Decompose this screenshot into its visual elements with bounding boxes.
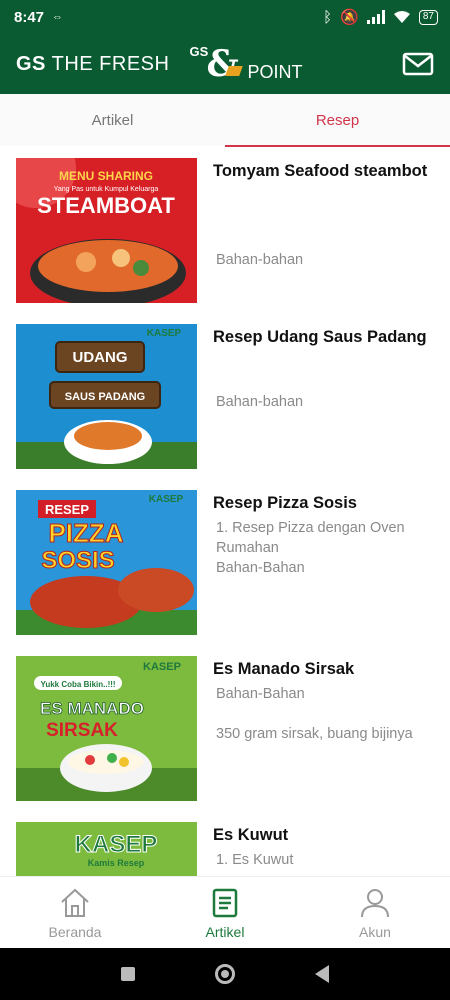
svg-text:KASEP: KASEP <box>143 661 181 673</box>
svg-text:RESEP: RESEP <box>45 502 89 517</box>
recipe-line: Bahan-Bahan <box>216 686 305 702</box>
nav-label: Beranda <box>48 923 102 940</box>
nav-beranda[interactable]: Beranda <box>0 877 150 948</box>
nav-artikel[interactable]: Artikel <box>150 877 300 948</box>
signal-icon <box>366 10 385 24</box>
recipe-line: 1. Es Kuwut <box>216 852 294 868</box>
recipe-line: 1. Resep Pizza dengan Oven Rumahan <box>216 520 405 556</box>
recipe-item[interactable]: MENU SHARING Yang Pas untuk Kumpul Kelua… <box>16 148 438 303</box>
svg-text:KASEP: KASEP <box>75 831 158 858</box>
svg-text:KASEP: KASEP <box>147 328 182 339</box>
recipe-line: Bahan-bahan <box>216 252 304 268</box>
svg-text:KASEP: KASEP <box>149 494 184 505</box>
tab-resep[interactable]: Resep <box>225 94 450 147</box>
recipe-thumbnail: MENU SHARING Yang Pas untuk Kumpul Kelua… <box>16 158 197 303</box>
mute-icon: 🔕 <box>340 9 359 26</box>
recipe-item[interactable]: RESEP PIZZA SOSIS KASEP Resep Pizza Sosi… <box>16 480 438 635</box>
recipe-title[interactable]: Es Manado Sirsak <box>213 658 438 681</box>
recipe-item[interactable]: KASEP Kamis Resep Es Kuwut 1. Es Kuwut <box>16 812 436 876</box>
recipe-thumbnail: UDANG SAUS PADANG KASEP <box>16 324 197 469</box>
recipe-thumbnail: KASEP Kamis Resep <box>16 822 197 876</box>
recipe-list[interactable]: MENU SHARING Yang Pas untuk Kumpul Kelua… <box>0 147 450 876</box>
svg-text:PIZZA: PIZZA <box>48 518 123 548</box>
recipe-title[interactable]: Resep Udang Saus Padang <box>213 326 438 349</box>
recipe-thumbnail: RESEP PIZZA SOSIS KASEP <box>16 490 197 635</box>
recipe-item[interactable]: UDANG SAUS PADANG KASEP Resep Udang Saus… <box>16 314 438 469</box>
recents-button[interactable] <box>121 967 135 981</box>
article-icon <box>212 888 238 917</box>
link-icon: ⇔ <box>52 11 64 23</box>
svg-text:SOSIS: SOSIS <box>41 547 114 574</box>
app-header: GS THE FRESH GS & POINT <box>0 34 450 94</box>
battery-indicator: 87 <box>418 9 438 25</box>
svg-text:SAUS PADANG: SAUS PADANG <box>65 391 145 403</box>
recipe-line: 350 gram sirsak, buang bijinya <box>216 726 413 742</box>
svg-text:Yang Pas untuk Kumpul Keluarga: Yang Pas untuk Kumpul Keluarga <box>54 186 159 193</box>
nav-akun[interactable]: Akun <box>300 877 450 948</box>
bottom-navigation: Beranda Artikel Akun <box>0 876 450 948</box>
recipe-thumbnail: Yukk Coba Bikin..!!! ES MANADO SIRSAK KA… <box>16 656 197 801</box>
svg-text:Yukk Coba Bikin..!!!: Yukk Coba Bikin..!!! <box>40 680 115 689</box>
gs-point-logo: GS & POINT <box>189 43 303 85</box>
recipe-title[interactable]: Resep Pizza Sosis <box>213 492 438 515</box>
recipe-line: Bahan-Bahan <box>216 560 305 576</box>
home-icon <box>61 888 89 917</box>
user-icon <box>361 888 389 917</box>
home-button[interactable] <box>215 964 235 984</box>
svg-text:SIRSAK: SIRSAK <box>46 720 118 741</box>
svg-text:Kamis Resep: Kamis Resep <box>88 858 145 868</box>
status-time: 8:47 <box>14 8 45 26</box>
wifi-icon <box>393 11 410 23</box>
recipe-line: Bahan-bahan <box>216 394 304 410</box>
tab-bar: Artikel Resep <box>0 94 450 147</box>
brand-logo: GS THE FRESH <box>16 52 170 75</box>
svg-text:MENU SHARING: MENU SHARING <box>59 169 153 183</box>
system-navigation <box>0 948 450 1000</box>
svg-text:ES MANADO: ES MANADO <box>40 699 144 718</box>
nav-label: Artikel <box>205 923 245 940</box>
svg-text:STEAMBOAT: STEAMBOAT <box>37 193 175 218</box>
svg-text:UDANG: UDANG <box>73 349 128 366</box>
recipe-item[interactable]: Yukk Coba Bikin..!!! ES MANADO SIRSAK KA… <box>16 646 438 801</box>
status-icons: ᛒ 🔕 87 <box>323 8 438 26</box>
tab-artikel[interactable]: Artikel <box>0 94 225 146</box>
recipe-title[interactable]: Tomyam Seafood steambot <box>213 160 438 183</box>
bluetooth-icon: ᛒ <box>323 8 333 26</box>
nav-label: Akun <box>359 923 391 940</box>
back-button[interactable] <box>315 965 329 983</box>
mail-icon[interactable] <box>402 52 434 76</box>
recipe-title[interactable]: Es Kuwut <box>213 824 438 847</box>
status-bar: 8:47 ⇔ ᛒ 🔕 87 <box>0 0 450 34</box>
